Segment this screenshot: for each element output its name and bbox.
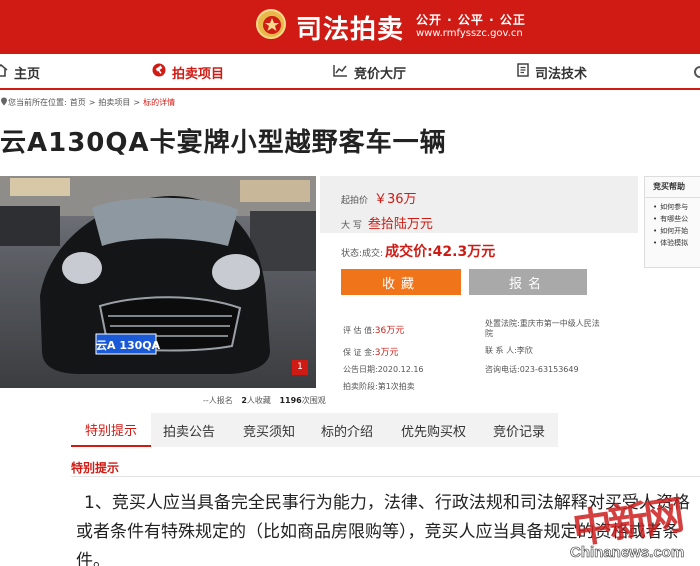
contact-value: 李欣 xyxy=(516,346,533,355)
watermark-text: Chinanews.com xyxy=(570,544,685,562)
auction-stage-label: 拍卖阶段: xyxy=(343,382,378,391)
assessed-value: 36万元 xyxy=(374,326,405,336)
views-label: 次围观 xyxy=(301,396,326,405)
favorite-button[interactable]: 收藏 xyxy=(341,269,461,295)
phone-label: 咨询电话: xyxy=(485,365,520,374)
tab-bid-records[interactable]: 竞价记录 xyxy=(493,413,545,447)
nav-item-label: 司法技术 xyxy=(535,66,588,82)
nav-item-bidding-hall[interactable]: 竞价大厅 xyxy=(333,54,406,90)
breadcrumb-current: 标的详情 xyxy=(143,97,176,107)
price-caps-value: 叁拾陆万元 xyxy=(367,217,433,232)
register-button[interactable]: 报名 xyxy=(469,269,587,295)
assessed-value-row: 评 估 值:36万元 xyxy=(343,323,404,336)
chart-icon xyxy=(333,64,348,81)
nav-item-auction-projects[interactable]: 拍卖项目 xyxy=(152,54,224,90)
main-nav: 主页 拍卖项目 竞价大厅 司法技术 xyxy=(0,54,700,90)
site-slogan: 公开 · 公平 · 公正 xyxy=(416,13,526,27)
divider xyxy=(645,197,700,198)
tab-lot-introduction[interactable]: 标的介绍 xyxy=(321,413,373,447)
deal-status-label: 状态:成交: xyxy=(341,249,384,259)
contact-label: 联 系 人: xyxy=(485,346,517,355)
nav-item-label: 主页 xyxy=(14,66,41,82)
gavel-icon xyxy=(152,63,166,81)
user-icon[interactable] xyxy=(694,66,700,78)
help-link[interactable]: 体验模拟 xyxy=(645,237,700,249)
photo-index-badge[interactable]: 1 xyxy=(292,360,308,375)
price-panel: 起拍价 ￥36万 大 写叁拾陆万元 xyxy=(320,176,638,233)
favorites-label: 人收藏 xyxy=(246,396,271,405)
tab-auction-announcement[interactable]: 拍卖公告 xyxy=(163,413,215,447)
price-caps-row: 大 写叁拾陆万元 xyxy=(341,213,433,232)
breadcrumb-separator: > xyxy=(88,97,96,107)
court-value-cont: 院 xyxy=(485,329,493,338)
court-value: 重庆市第一中级人民法 xyxy=(519,319,600,328)
deal-price-value: 成交价:42.3万元 xyxy=(385,244,496,260)
court-row: 处置法院:重庆市第一中级人民法 xyxy=(485,318,600,329)
divider xyxy=(71,476,700,477)
announce-date-row: 公告日期:2020.12.16 xyxy=(343,364,424,375)
home-icon xyxy=(0,63,8,81)
site-name[interactable]: 司法拍卖 xyxy=(296,9,404,46)
announce-date-label: 公告日期: xyxy=(343,365,378,374)
breadcrumb-separator: > xyxy=(133,97,141,107)
auction-help-panel: 竞买帮助 如何参与 有哪些公 如何开始 体验模拟 xyxy=(644,176,700,268)
breadcrumb: 您当前所在位置: 首页 > 拍卖项目 > 标的详情 xyxy=(0,95,175,109)
detail-tabs: 特别提示 拍卖公告 竞买须知 标的介绍 优先购买权 竞价记录 xyxy=(71,413,558,447)
document-icon xyxy=(517,63,529,81)
breadcrumb-home[interactable]: 首页 xyxy=(70,97,86,108)
help-list: 如何参与 有哪些公 如何开始 体验模拟 xyxy=(645,201,700,249)
breadcrumb-prefix: 您当前所在位置: xyxy=(8,97,67,107)
phone-value[interactable]: 023-63153649 xyxy=(520,365,579,374)
license-plate: 云A 130QA xyxy=(96,339,161,352)
deposit-row: 保 证 金:3万元 xyxy=(343,345,399,358)
help-link[interactable]: 如何开始 xyxy=(645,225,700,237)
nav-item-label: 拍卖项目 xyxy=(172,66,225,82)
court-row-cont: 院 xyxy=(485,328,493,339)
tab-bidding-rules[interactable]: 竞买须知 xyxy=(243,413,295,447)
auction-stage-row: 拍卖阶段:第1次拍卖 xyxy=(343,381,415,392)
assessed-value-label: 评 估 值: xyxy=(343,326,375,335)
start-price-label: 起拍价 xyxy=(341,196,369,206)
auction-help-title: 竞买帮助 xyxy=(653,182,685,191)
price-caps-label: 大 写 xyxy=(341,221,362,231)
deposit-label: 保 证 金: xyxy=(343,348,375,357)
breadcrumb-auction-projects[interactable]: 拍卖项目 xyxy=(98,97,130,108)
auction-stage-value: 第1次拍卖 xyxy=(377,382,415,391)
registered-count: --人报名 xyxy=(203,396,233,405)
help-link[interactable]: 有哪些公 xyxy=(645,213,700,225)
help-link[interactable]: 如何参与 xyxy=(645,201,700,213)
location-pin-icon xyxy=(0,97,8,108)
tab-preemption-right[interactable]: 优先购买权 xyxy=(401,413,466,447)
start-price-value: ￥36万 xyxy=(374,192,417,207)
site-domain: www.rmfysszc.gov.cn xyxy=(416,28,523,39)
nav-item-label: 竞价大厅 xyxy=(354,66,407,82)
page: { "banner": { "site_name": "司法拍卖", "slog… xyxy=(0,0,700,566)
nav-item-home[interactable]: 主页 xyxy=(0,54,40,90)
tab-special-notice[interactable]: 特别提示 xyxy=(71,413,151,447)
start-price-row: 起拍价 ￥36万 xyxy=(341,188,417,207)
phone-row: 咨询电话:023-63153649 xyxy=(485,364,579,375)
deal-status-row: 状态:成交: 成交价:42.3万元 xyxy=(341,241,495,261)
nav-item-judicial-tech[interactable]: 司法技术 xyxy=(517,54,587,90)
deposit-value: 3万元 xyxy=(374,348,399,358)
court-emblem-icon xyxy=(256,9,286,39)
announce-date-value: 2020.12.16 xyxy=(377,365,424,374)
views-count: 1196 xyxy=(279,396,302,405)
site-banner: 司法拍卖 公开 · 公平 · 公正 www.rmfysszc.gov.cn xyxy=(0,0,700,54)
lot-photo[interactable]: 云A 130QA xyxy=(0,176,316,388)
contact-row: 联 系 人:李欣 xyxy=(485,345,533,356)
lot-stats: --人报名 2人收藏 1196次围观 xyxy=(203,395,326,406)
page-title: 云A130QA卡宴牌小型越野客车一辆 xyxy=(0,128,447,158)
court-label: 处置法院: xyxy=(485,319,520,328)
section-heading: 特别提示 xyxy=(71,461,120,475)
